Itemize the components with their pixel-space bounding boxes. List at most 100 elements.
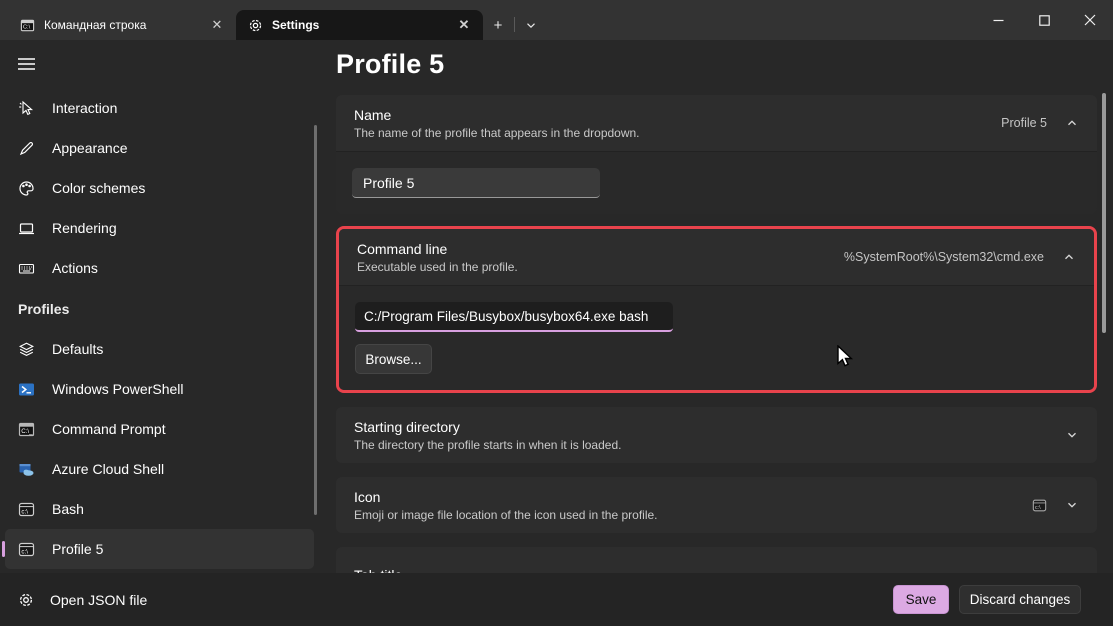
setting-title: Command line (357, 241, 518, 257)
sidebar-item-label: Rendering (52, 220, 117, 236)
sidebar-item-color-schemes[interactable]: Color schemes (0, 168, 320, 208)
tab-label: Командная строка (44, 18, 199, 32)
gear-icon (248, 18, 263, 33)
sidebar-item-label: Bash (52, 501, 84, 517)
console-icon: c:\ (18, 541, 35, 558)
gear-icon (18, 592, 34, 608)
maximize-icon (1039, 15, 1050, 26)
nav-menu-button[interactable] (0, 40, 320, 88)
main-area: Interaction Appearance Color schemes (0, 40, 1113, 626)
setting-description: The name of the profile that appears in … (354, 126, 640, 140)
sidebar-item-label: Command Prompt (52, 421, 166, 437)
paintbrush-icon (18, 140, 35, 157)
chevron-down-icon (1065, 498, 1079, 512)
sidebar-item-bash[interactable]: c:\ Bash (0, 489, 320, 529)
maximize-button[interactable] (1021, 0, 1067, 40)
minimize-icon (993, 15, 1004, 26)
interaction-cursor-icon (18, 100, 35, 117)
sidebar-item-actions[interactable]: Actions (0, 248, 320, 288)
command-line-expander: Command line Executable used in the prof… (336, 226, 1097, 393)
sidebar-item-azure-cloud-shell[interactable]: Azure Cloud Shell (0, 449, 320, 489)
footer-actions: Save Discard changes (893, 585, 1081, 614)
command-line-input[interactable] (355, 302, 673, 332)
setting-title: Starting directory (354, 419, 621, 435)
layers-icon (18, 341, 35, 358)
svg-text:c:\: c:\ (21, 548, 28, 555)
setting-title: Name (354, 107, 640, 123)
setting-description: Emoji or image file location of the icon… (354, 508, 658, 522)
powershell-icon (18, 381, 35, 398)
tab-close-icon[interactable]: ✕ (455, 16, 473, 34)
settings-content: Profile 5 Name The name of the profile t… (320, 40, 1113, 626)
profiles-section-header: Profiles (0, 294, 320, 324)
monitor-icon (18, 220, 35, 237)
chevron-up-icon (1065, 116, 1079, 130)
console-icon: c:\ (18, 501, 35, 518)
icon-expander-header[interactable]: Icon Emoji or image file location of the… (336, 477, 1097, 533)
sidebar-scrollbar[interactable] (314, 125, 317, 515)
setting-title: Icon (354, 489, 658, 505)
new-tab-button[interactable]: + (483, 10, 513, 40)
sidebar: Interaction Appearance Color schemes (0, 40, 320, 626)
chevron-down-icon (524, 18, 538, 32)
open-json-file-label: Open JSON file (50, 592, 147, 608)
browse-button[interactable]: Browse... (355, 344, 432, 374)
setting-description: The directory the profile starts in when… (354, 438, 621, 452)
icon-expander: Icon Emoji or image file location of the… (336, 477, 1097, 533)
sidebar-item-appearance[interactable]: Appearance (0, 128, 320, 168)
tab-dropdown-button[interactable] (516, 10, 546, 40)
cmd-icon: c:\ (1032, 498, 1047, 513)
sidebar-item-label: Actions (52, 260, 98, 276)
setting-description: Executable used in the profile. (357, 260, 518, 274)
tab-command-prompt[interactable]: C:\ Командная строка ✕ (8, 10, 236, 40)
sidebar-item-label: Defaults (52, 341, 103, 357)
page-title: Profile 5 (336, 49, 1097, 80)
setting-current-value: Profile 5 (1001, 116, 1047, 130)
window-controls (975, 0, 1113, 40)
command-line-expander-body: Browse... (339, 285, 1094, 390)
cmd-icon: C:\ (20, 18, 35, 33)
content-scrollbar[interactable] (1102, 93, 1106, 333)
sidebar-item-label: Appearance (52, 140, 128, 156)
sidebar-item-label: Windows PowerShell (52, 381, 184, 397)
starting-directory-header[interactable]: Starting directory The directory the pro… (336, 407, 1097, 463)
close-button[interactable] (1067, 0, 1113, 40)
bottom-bar: Open JSON file Save Discard changes (0, 573, 1113, 626)
keyboard-icon (18, 260, 35, 277)
chevron-down-icon (1065, 428, 1079, 442)
sidebar-item-command-prompt[interactable]: C:\_ Command Prompt (0, 409, 320, 449)
minimize-button[interactable] (975, 0, 1021, 40)
profile-name-input[interactable] (352, 168, 600, 198)
divider (514, 17, 515, 32)
discard-changes-button[interactable]: Discard changes (959, 585, 1081, 614)
tab-label: Settings (272, 18, 446, 32)
name-expander-body (336, 151, 1097, 214)
sidebar-item-rendering[interactable]: Rendering (0, 208, 320, 248)
setting-current-value: %SystemRoot%\System32\cmd.exe (844, 250, 1044, 264)
svg-text:c:\: c:\ (1035, 504, 1041, 510)
svg-text:c:\: c:\ (21, 508, 28, 515)
name-expander: Name The name of the profile that appear… (336, 95, 1097, 214)
tab-close-icon[interactable]: ✕ (208, 16, 226, 34)
sidebar-item-label: Color schemes (52, 180, 145, 196)
save-button[interactable]: Save (893, 585, 949, 614)
azure-cloud-icon (18, 461, 35, 478)
open-json-file-button[interactable]: Open JSON file (0, 592, 147, 608)
hamburger-icon (18, 57, 35, 71)
sidebar-item-label: Azure Cloud Shell (52, 461, 164, 477)
svg-text:C:\: C:\ (23, 24, 31, 30)
palette-icon (18, 180, 35, 197)
sidebar-item-interaction[interactable]: Interaction (0, 88, 320, 128)
close-icon (1084, 14, 1096, 26)
chevron-up-icon (1062, 250, 1076, 264)
sidebar-item-label: Interaction (52, 100, 117, 116)
sidebar-item-defaults[interactable]: Defaults (0, 329, 320, 369)
name-expander-header[interactable]: Name The name of the profile that appear… (336, 95, 1097, 151)
tab-settings[interactable]: Settings ✕ (236, 10, 483, 40)
sidebar-item-profile-5[interactable]: c:\ Profile 5 (5, 529, 314, 569)
command-line-expander-header[interactable]: Command line Executable used in the prof… (339, 229, 1094, 285)
cmd-icon: C:\_ (18, 421, 35, 438)
sidebar-item-windows-powershell[interactable]: Windows PowerShell (0, 369, 320, 409)
svg-text:C:\_: C:\_ (21, 428, 33, 435)
profiles-list: Defaults Windows PowerShell (0, 329, 320, 569)
